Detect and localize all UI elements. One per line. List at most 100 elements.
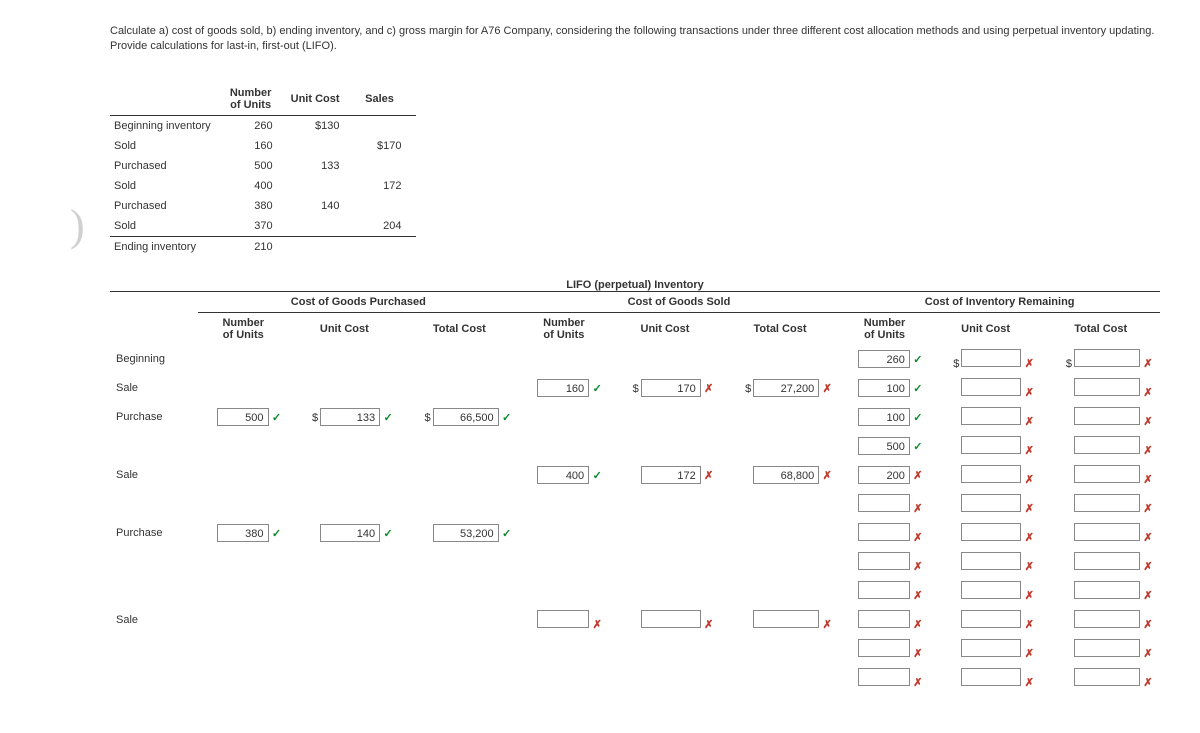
tx-units: 210	[225, 236, 287, 257]
answer-field[interactable]	[858, 639, 910, 657]
tx-sales: $170	[354, 136, 416, 156]
answer-field[interactable]	[858, 610, 910, 628]
answer-field[interactable]	[1074, 610, 1140, 628]
grade-mark: ✗	[1142, 560, 1154, 573]
tx-label: Beginning inventory	[110, 115, 225, 136]
answer-field[interactable]	[1074, 581, 1140, 599]
answer-field[interactable]: 500	[858, 437, 910, 455]
grade-mark: ✗	[1142, 415, 1154, 428]
answer-field[interactable]	[858, 552, 910, 570]
grade-mark: ✓	[501, 411, 513, 424]
answer-field[interactable]	[961, 523, 1021, 541]
tx-cost: 140	[287, 196, 354, 216]
answer-field[interactable]	[961, 581, 1021, 599]
answer-field[interactable]: 160	[537, 379, 589, 397]
grade-mark: ✗	[1023, 676, 1035, 689]
grade-mark: ✗	[1023, 589, 1035, 602]
answer-field[interactable]	[858, 581, 910, 599]
transactions-table: Number of Units Unit Cost Sales Beginnin…	[110, 83, 416, 257]
currency-prefix: $	[745, 383, 751, 395]
answer-field[interactable]	[858, 668, 910, 686]
grade-mark: ✗	[1023, 618, 1035, 631]
answer-field[interactable]	[961, 407, 1021, 425]
tx-units: 370	[225, 216, 287, 237]
answer-field[interactable]: 66,500	[433, 408, 499, 426]
answer-field[interactable]	[1074, 407, 1140, 425]
currency-prefix: $	[1066, 358, 1072, 370]
answer-field[interactable]: 172	[641, 466, 701, 484]
grade-mark: ✗	[912, 647, 924, 660]
answer-field[interactable]	[641, 610, 701, 628]
answer-field[interactable]	[961, 378, 1021, 396]
answer-field[interactable]	[961, 552, 1021, 570]
grade-mark: ✗	[821, 382, 833, 395]
tx-units: 260	[225, 115, 287, 136]
tx-units: 400	[225, 176, 287, 196]
row-label: Sale	[110, 374, 198, 403]
answer-field[interactable]	[1074, 668, 1140, 686]
col-units: Number of Units	[225, 83, 287, 116]
answer-field[interactable]: 53,200	[433, 524, 499, 542]
tx-sales	[354, 156, 416, 176]
worksheet-table: Cost of Goods Purchased Cost of Goods So…	[110, 291, 1160, 693]
row-label: Sale	[110, 606, 198, 635]
answer-field[interactable]: 170	[641, 379, 701, 397]
grade-mark: ✗	[912, 589, 924, 602]
grade-mark: ✗	[591, 618, 603, 631]
tx-sales	[354, 196, 416, 216]
answer-field[interactable]	[1074, 639, 1140, 657]
answer-field[interactable]	[858, 523, 910, 541]
answer-field[interactable]	[1074, 436, 1140, 454]
grade-mark: ✓	[501, 527, 513, 540]
answer-field[interactable]: 68,800	[753, 466, 819, 484]
answer-field[interactable]: 200	[858, 466, 910, 484]
answer-field[interactable]: 140	[320, 524, 380, 542]
answer-field[interactable]	[961, 639, 1021, 657]
tx-units: 380	[225, 196, 287, 216]
section-sold: Cost of Goods Sold	[519, 291, 840, 312]
answer-field[interactable]	[1074, 349, 1140, 367]
grade-mark: ✗	[821, 469, 833, 482]
answer-field[interactable]	[961, 349, 1021, 367]
section-purchased: Cost of Goods Purchased	[198, 291, 519, 312]
grade-mark: ✗	[912, 469, 924, 482]
grade-mark: ✓	[382, 527, 394, 540]
answer-field[interactable]: 100	[858, 408, 910, 426]
tx-cost: $130	[287, 115, 354, 136]
grade-mark: ✗	[1142, 589, 1154, 602]
answer-field[interactable]	[537, 610, 589, 628]
grade-mark: ✗	[912, 618, 924, 631]
answer-field[interactable]	[961, 494, 1021, 512]
currency-prefix: $	[425, 412, 431, 424]
answer-field[interactable]	[961, 668, 1021, 686]
answer-field[interactable]: 100	[858, 379, 910, 397]
grade-mark: ✗	[912, 531, 924, 544]
grade-mark: ✗	[1023, 386, 1035, 399]
answer-field[interactable]	[1074, 552, 1140, 570]
answer-field[interactable]: 27,200	[753, 379, 819, 397]
answer-field[interactable]	[961, 610, 1021, 628]
answer-field[interactable]: 380	[217, 524, 269, 542]
answer-field[interactable]	[961, 465, 1021, 483]
grade-mark: ✗	[1142, 502, 1154, 515]
tx-sales: 204	[354, 216, 416, 237]
answer-field[interactable]: 500	[217, 408, 269, 426]
answer-field[interactable]: 400	[537, 466, 589, 484]
answer-field[interactable]	[1074, 523, 1140, 541]
tx-label: Sold	[110, 176, 225, 196]
grade-mark: ✗	[1142, 386, 1154, 399]
answer-field[interactable]: 133	[320, 408, 380, 426]
answer-field[interactable]	[858, 494, 910, 512]
answer-field[interactable]: 260	[858, 350, 910, 368]
answer-field[interactable]	[1074, 465, 1140, 483]
answer-field[interactable]	[961, 436, 1021, 454]
answer-field[interactable]	[1074, 494, 1140, 512]
answer-field[interactable]	[1074, 378, 1140, 396]
grade-mark: ✗	[1023, 647, 1035, 660]
grade-mark: ✗	[1023, 502, 1035, 515]
grade-mark: ✗	[1142, 647, 1154, 660]
tx-sales	[354, 236, 416, 257]
tx-units: 500	[225, 156, 287, 176]
grade-mark: ✗	[1023, 531, 1035, 544]
answer-field[interactable]	[753, 610, 819, 628]
